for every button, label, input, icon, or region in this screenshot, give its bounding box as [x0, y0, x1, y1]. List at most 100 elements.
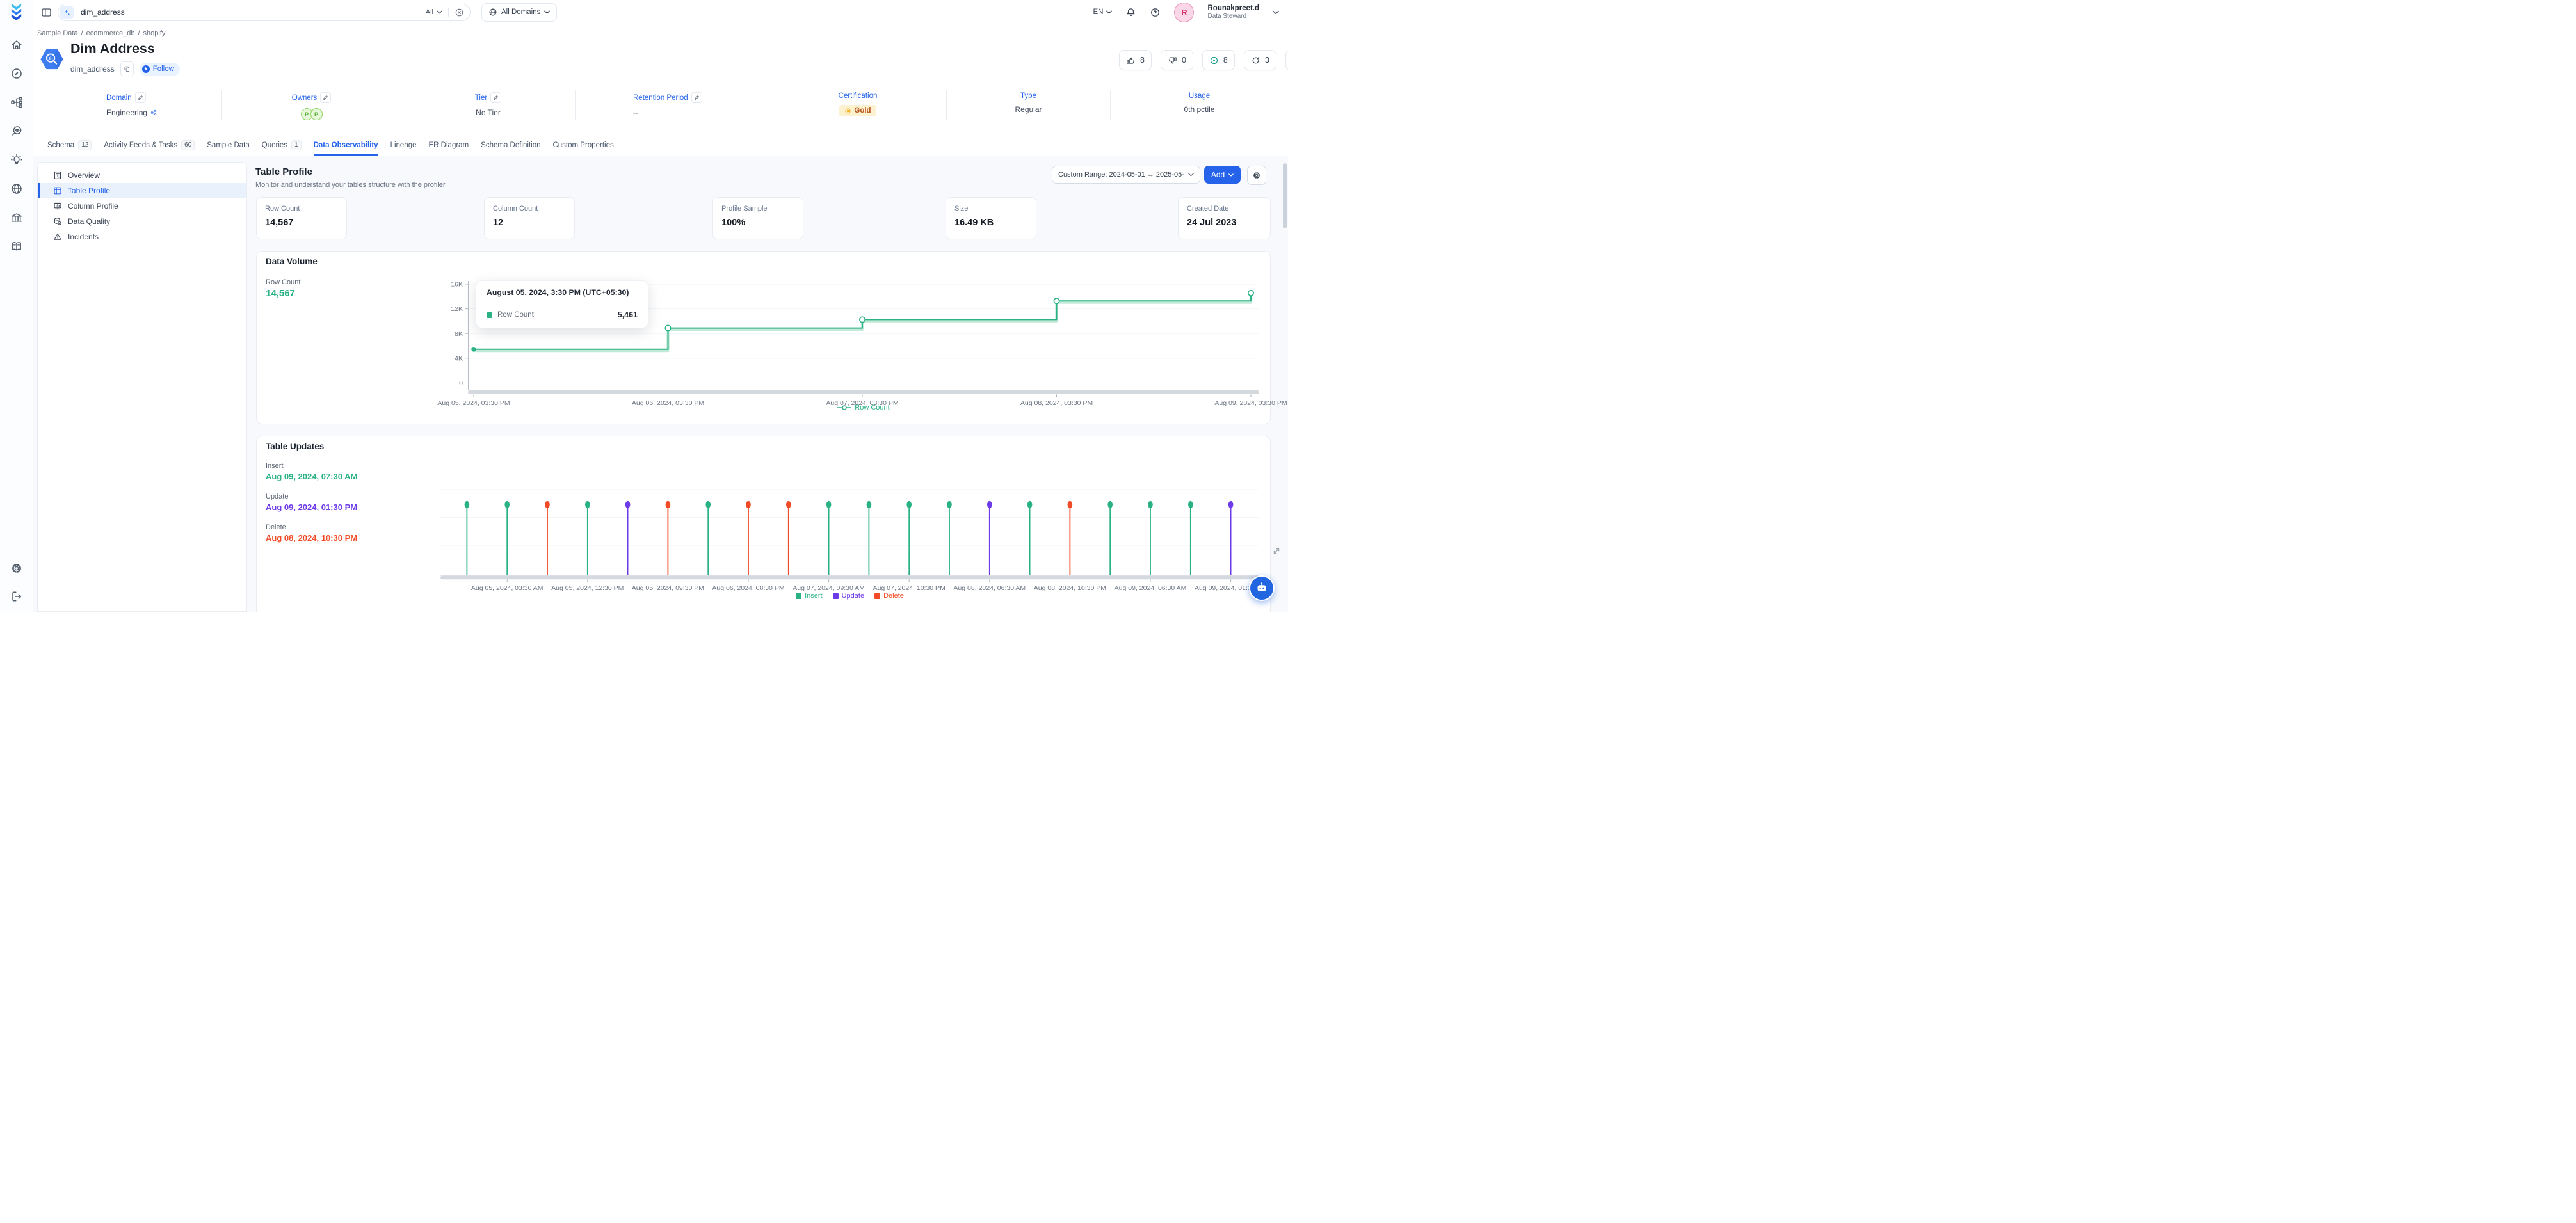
domains-icon[interactable]	[10, 182, 23, 195]
chart-tooltip: August 05, 2024, 3:30 PM (UTC+05:30) Row…	[476, 280, 648, 328]
search-input[interactable]	[79, 7, 426, 17]
clear-search-icon[interactable]	[455, 8, 464, 17]
health-score-button[interactable]: 8	[1202, 50, 1235, 70]
domain-label[interactable]: Domain	[106, 94, 132, 102]
robot-icon	[1255, 581, 1269, 595]
help-icon[interactable]	[1150, 7, 1161, 18]
explore-icon[interactable]	[10, 67, 23, 80]
profiler-settings-button[interactable]	[1247, 166, 1266, 185]
edit-pencil-icon[interactable]	[490, 92, 501, 103]
breadcrumb: Sample Data / ecommerce_db / shopify	[37, 29, 165, 37]
user-info[interactable]: Rounakpreet.d Data Steward	[1207, 4, 1259, 20]
tab-custom-properties[interactable]: Custom Properties	[552, 135, 613, 156]
chat-assistant-button[interactable]	[1249, 575, 1275, 601]
breadcrumb-link[interactable]: Sample Data	[37, 29, 78, 37]
tab-schema-definition[interactable]: Schema Definition	[481, 135, 540, 156]
downvote-button[interactable]: 0	[1161, 50, 1193, 70]
user-avatar[interactable]: R	[1174, 3, 1194, 22]
resize-handle-icon[interactable]	[1273, 547, 1280, 555]
section-subtitle: Monitor and understand your tables struc…	[255, 181, 447, 189]
overview-icon	[53, 171, 62, 180]
insert-event-marker	[705, 501, 711, 508]
notifications-bell-icon[interactable]	[1125, 7, 1136, 18]
tab-sample-data[interactable]: Sample Data	[207, 135, 249, 156]
entity-actions: 8 0 8 3 ⋮	[1119, 50, 1288, 70]
sidebar-item-column-profile[interactable]: Column Profile	[38, 198, 246, 214]
insert-event-marker	[1188, 501, 1193, 508]
user-name: Rounakpreet.d	[1207, 4, 1259, 13]
svg-text:Aug 08, 2024, 06:30 AM: Aug 08, 2024, 06:30 AM	[953, 584, 1026, 592]
owner-avatar[interactable]: P	[310, 108, 323, 120]
insights-icon[interactable]	[10, 154, 23, 166]
home-icon[interactable]	[10, 38, 23, 51]
table-updates-card: Table Updates Insert Aug 09, 2024, 07:30…	[256, 436, 1271, 612]
svg-text:Aug 07, 2024, 03:30 PM: Aug 07, 2024, 03:30 PM	[826, 399, 898, 407]
upvote-button[interactable]: 8	[1119, 50, 1152, 70]
date-range-dropdown[interactable]: Custom Range: 2024-05-01 → 2025-05-21	[1052, 166, 1200, 184]
rail-bottom	[10, 562, 23, 603]
domain-value[interactable]: Engineering	[106, 108, 147, 117]
health-dot-icon	[1209, 56, 1219, 65]
follow-button[interactable]: ★ Follow	[140, 63, 180, 76]
stat-label: Row Count	[265, 205, 338, 212]
tab-schema[interactable]: Schema12	[47, 135, 92, 156]
chart-scrollbar[interactable]	[468, 390, 1259, 394]
tab-queries[interactable]: Queries1	[262, 135, 302, 156]
glossary-icon[interactable]	[10, 240, 23, 253]
tab-lineage[interactable]: Lineage	[390, 135, 417, 156]
breadcrumb-link[interactable]: ecommerce_db	[86, 29, 135, 37]
meta-usage: Usage 0th pctile	[1110, 90, 1288, 120]
domains-filter-dropdown[interactable]: All Domains	[481, 3, 557, 22]
svg-text:8K: 8K	[455, 330, 463, 338]
tab-activity-feeds-tasks[interactable]: Activity Feeds & Tasks60	[104, 135, 195, 156]
edit-pencil-icon[interactable]	[320, 92, 331, 103]
edit-pencil-icon[interactable]	[691, 92, 702, 103]
sidebar-item-incidents[interactable]: Incidents	[38, 229, 246, 244]
legend-delete[interactable]: Delete	[874, 592, 904, 600]
search-scope-dropdown[interactable]: All	[426, 8, 442, 16]
entity-name: dim_address	[70, 65, 115, 74]
chevron-down-icon[interactable]	[1273, 10, 1279, 15]
sidebar-item-overview[interactable]: Overview	[38, 168, 246, 183]
tab-label: Custom Properties	[552, 141, 613, 149]
sidebar-item-label: Data Quality	[68, 217, 110, 226]
stat-value: 24 Jul 2023	[1187, 218, 1262, 228]
sidebar-item-table-profile[interactable]: Table Profile	[38, 183, 246, 198]
data-quality-icon	[53, 217, 62, 226]
stat-value: 14,567	[265, 218, 338, 228]
lineage-icon[interactable]	[10, 96, 23, 109]
stat-label: Profile Sample	[721, 205, 794, 212]
add-button[interactable]: Add	[1204, 166, 1241, 184]
table-updates-chart: Aug 05, 2024, 03:30 AMAug 05, 2024, 12:3…	[440, 461, 1259, 599]
column-profile-icon	[53, 202, 62, 211]
observability-icon[interactable]	[10, 125, 23, 138]
tab-data-observability[interactable]: Data Observability	[314, 135, 378, 156]
app-logo-icon[interactable]	[9, 3, 24, 24]
governance-icon[interactable]	[10, 211, 23, 224]
svg-text:Aug 07, 2024, 10:30 PM: Aug 07, 2024, 10:30 PM	[873, 584, 946, 592]
tab-label: Schema	[47, 141, 74, 149]
tab-er-diagram[interactable]: ER Diagram	[429, 135, 469, 156]
legend-swatch	[796, 593, 801, 599]
sidebar-toggle-icon[interactable]	[41, 7, 52, 18]
rail-items	[10, 38, 23, 253]
legend-insert[interactable]: Insert	[796, 592, 823, 600]
global-search: All	[58, 4, 471, 21]
logout-icon[interactable]	[10, 590, 23, 603]
series-color-swatch	[487, 312, 492, 318]
edit-pencil-icon[interactable]	[135, 92, 146, 103]
breadcrumb-link[interactable]: shopify	[143, 29, 166, 37]
chart-scrollbar[interactable]	[440, 576, 1259, 580]
page-scrollbar-thumb[interactable]	[1283, 163, 1287, 228]
profile-nav: OverviewTable ProfileColumn Profile Data …	[37, 162, 247, 612]
svg-text:Aug 07, 2024, 09:30 AM: Aug 07, 2024, 09:30 AM	[793, 584, 865, 592]
copy-icon[interactable]	[120, 61, 134, 76]
owners-label: Owners	[292, 94, 318, 102]
svg-text:Aug 08, 2024, 10:30 PM: Aug 08, 2024, 10:30 PM	[1034, 584, 1106, 592]
settings-icon[interactable]	[10, 562, 23, 575]
language-dropdown[interactable]: EN	[1093, 8, 1113, 16]
versions-button[interactable]: 3	[1244, 50, 1276, 70]
legend-update[interactable]: Update	[833, 592, 864, 600]
more-options-button[interactable]: ⋮	[1285, 50, 1288, 70]
sidebar-item-data-quality[interactable]: Data Quality	[38, 214, 246, 229]
